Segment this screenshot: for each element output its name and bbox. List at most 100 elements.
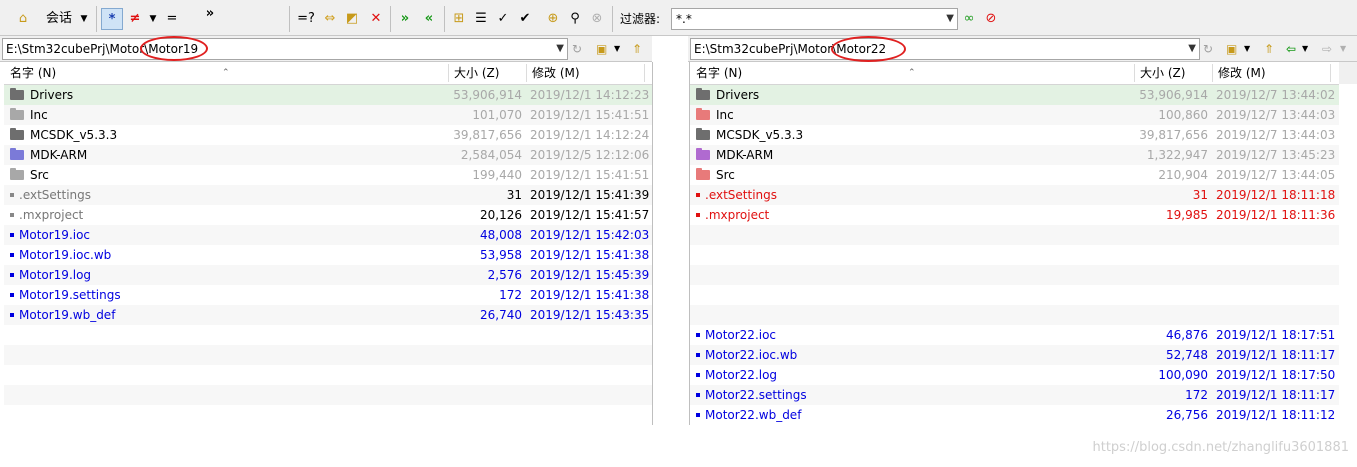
table-row[interactable]: Motor22.ioc.wb 52,748 2019/12/1 18:11:17 bbox=[690, 345, 1339, 365]
browse-folder-icon[interactable]: ▣ bbox=[1226, 40, 1242, 58]
go-icon[interactable]: ↻ bbox=[572, 40, 588, 58]
filter-input[interactable]: *.* ▼ bbox=[671, 8, 958, 30]
file-name: Motor19.ioc.wb bbox=[19, 248, 112, 262]
check-icon[interactable]: ✓ bbox=[494, 8, 512, 30]
column-divider[interactable] bbox=[1330, 64, 1331, 82]
file-modified-cell: 2019/12/1 15:43:35 bbox=[530, 308, 650, 322]
table-row[interactable]: .mxproject 19,985 2019/12/1 18:11:36 bbox=[690, 205, 1339, 225]
toolbar-overflow-button[interactable]: » bbox=[200, 3, 220, 25]
column-divider[interactable] bbox=[644, 64, 645, 82]
parent-folder-icon[interactable]: ⇑ bbox=[632, 40, 648, 58]
file-modified-cell: 2019/12/1 18:17:50 bbox=[1216, 368, 1336, 382]
back-arrow-icon[interactable]: ⇦ bbox=[1286, 40, 1302, 58]
table-row[interactable]: Motor19.ioc.wb 53,958 2019/12/1 15:41:38 bbox=[4, 245, 652, 265]
expand-icon[interactable]: ⊕ bbox=[544, 8, 562, 30]
chevron-down-icon[interactable]: ▼ bbox=[556, 39, 564, 59]
file-name: Motor22.settings bbox=[705, 388, 807, 402]
show-all-button[interactable]: * bbox=[101, 8, 123, 30]
copy-left-icon[interactable]: « bbox=[418, 8, 440, 30]
column-divider[interactable] bbox=[1134, 64, 1135, 82]
link-icon[interactable]: ⚲ bbox=[566, 8, 584, 30]
column-divider[interactable] bbox=[526, 64, 527, 82]
file-name: Drivers bbox=[716, 88, 760, 102]
highlight-circle bbox=[140, 36, 208, 61]
chevron-down-icon[interactable]: ▼ bbox=[946, 9, 954, 29]
list-view-icon[interactable]: ☰ bbox=[472, 8, 490, 30]
table-row[interactable]: Motor22.wb_def 26,756 2019/12/1 18:11:12 bbox=[690, 405, 1339, 425]
chevron-down-icon[interactable]: ▼ bbox=[614, 40, 624, 58]
table-row[interactable]: MCSDK_v5.3.3 39,817,656 2019/12/1 14:12:24 bbox=[4, 125, 652, 145]
chevron-down-icon[interactable]: ▼ bbox=[78, 8, 90, 30]
column-size-header[interactable]: 大小 (Z) bbox=[454, 62, 499, 84]
file-size-cell: 26,756 bbox=[1166, 408, 1208, 422]
file-name-cell: Src bbox=[10, 165, 49, 185]
show-same-button[interactable]: = bbox=[162, 8, 182, 30]
stop-icon[interactable]: ✕ bbox=[366, 8, 386, 30]
show-differences-button[interactable]: ≠ bbox=[125, 8, 145, 30]
file-size-cell: 53,958 bbox=[480, 248, 522, 262]
table-row[interactable]: MDK-ARM 2,584,054 2019/12/5 12:12:06 bbox=[4, 145, 652, 165]
parent-folder-icon[interactable]: ⇑ bbox=[1264, 40, 1280, 58]
browse-folder-icon[interactable]: ▣ bbox=[596, 40, 612, 58]
column-size-header[interactable]: 大小 (Z) bbox=[1140, 62, 1185, 84]
column-modified-header[interactable]: 修改 (M) bbox=[1218, 62, 1266, 84]
file-name-cell: Inc bbox=[10, 105, 48, 125]
table-row[interactable]: MCSDK_v5.3.3 39,817,656 2019/12/7 13:44:03 bbox=[690, 125, 1339, 145]
file-size-cell: 39,817,656 bbox=[453, 128, 522, 142]
table-row[interactable]: Motor19.settings 172 2019/12/1 15:41:38 bbox=[4, 285, 652, 305]
table-row[interactable]: .extSettings 31 2019/12/1 18:11:18 bbox=[690, 185, 1339, 205]
compare-button[interactable]: =? bbox=[294, 8, 318, 30]
check-all-icon[interactable]: ✔ bbox=[516, 8, 534, 30]
file-name: Motor22.ioc bbox=[705, 328, 777, 342]
clear-icon[interactable]: ⊗ bbox=[588, 8, 606, 30]
session-button[interactable]: 会话 bbox=[44, 8, 74, 30]
chevron-down-icon[interactable]: ▼ bbox=[1340, 40, 1350, 58]
table-row[interactable]: .mxproject 20,126 2019/12/1 15:41:57 bbox=[4, 205, 652, 225]
table-row[interactable]: Motor19.wb_def 26,740 2019/12/1 15:43:35 bbox=[4, 305, 652, 325]
table-row[interactable]: Src 210,904 2019/12/7 13:44:05 bbox=[690, 165, 1339, 185]
toolbar-separator bbox=[96, 6, 97, 32]
column-modified-header[interactable]: 修改 (M) bbox=[532, 62, 580, 84]
table-row[interactable]: Motor22.settings 172 2019/12/1 18:11:17 bbox=[690, 385, 1339, 405]
table-row[interactable]: Motor22.log 100,090 2019/12/1 18:17:50 bbox=[690, 365, 1339, 385]
column-name-header[interactable]: 名字 (N) bbox=[10, 62, 56, 84]
table-row[interactable]: Drivers 53,906,914 2019/12/1 14:12:23 bbox=[4, 85, 652, 105]
show-filter-icon[interactable]: ∞ bbox=[960, 8, 978, 30]
home-session-icon[interactable]: ⌂ bbox=[12, 8, 34, 30]
folder-icon bbox=[696, 108, 710, 120]
go-icon[interactable]: ↻ bbox=[1203, 40, 1219, 58]
table-row[interactable]: Src 199,440 2019/12/1 15:41:51 bbox=[4, 165, 652, 185]
hide-filter-icon[interactable]: ⊘ bbox=[982, 8, 1000, 30]
table-row[interactable]: Motor19.ioc 48,008 2019/12/1 15:42:03 bbox=[4, 225, 652, 245]
left-file-pane[interactable]: 名字 (N) ⌃ 大小 (Z) 修改 (M) Drivers 53,906,914… bbox=[4, 62, 652, 425]
empty-row bbox=[690, 245, 1339, 265]
file-name-cell: Motor22.ioc bbox=[696, 325, 776, 345]
table-row[interactable]: Drivers 53,906,914 2019/12/7 13:44:02 bbox=[690, 85, 1339, 105]
tree-view-icon[interactable]: ⊞ bbox=[450, 8, 468, 30]
file-size-cell: 19,985 bbox=[1166, 208, 1208, 222]
table-row[interactable]: Inc 101,070 2019/12/1 15:41:51 bbox=[4, 105, 652, 125]
scrollbar-corner[interactable] bbox=[1339, 62, 1357, 84]
right-path-input[interactable]: E:\Stm32cubePrj\Motor\Motor22 ▼ bbox=[690, 38, 1200, 60]
chevron-down-icon[interactable]: ▼ bbox=[1302, 40, 1312, 58]
table-row[interactable]: Motor19.log 2,576 2019/12/1 15:45:39 bbox=[4, 265, 652, 285]
chevron-down-icon[interactable]: ▼ bbox=[1188, 39, 1196, 59]
column-divider[interactable] bbox=[1212, 64, 1213, 82]
table-row[interactable]: MDK-ARM 1,322,947 2019/12/7 13:45:23 bbox=[690, 145, 1339, 165]
table-row[interactable]: .extSettings 31 2019/12/1 15:41:39 bbox=[4, 185, 652, 205]
file-modified-cell: 2019/12/7 13:44:03 bbox=[1216, 128, 1336, 142]
chevron-down-icon[interactable]: ▼ bbox=[1244, 40, 1254, 58]
forward-arrow-icon[interactable]: ⇨ bbox=[1322, 40, 1338, 58]
swap-sides-icon[interactable]: ⇔ bbox=[320, 8, 340, 30]
folder-up-icon[interactable]: ◩ bbox=[342, 8, 362, 30]
chevron-down-icon[interactable]: ▼ bbox=[148, 8, 158, 30]
pane-splitter[interactable] bbox=[652, 62, 690, 425]
column-name-header[interactable]: 名字 (N) bbox=[696, 62, 742, 84]
copy-right-icon[interactable]: » bbox=[394, 8, 416, 30]
file-size-cell: 100,090 bbox=[1158, 368, 1208, 382]
table-row[interactable]: Motor22.ioc 46,876 2019/12/1 18:17:51 bbox=[690, 325, 1339, 345]
left-path-input[interactable]: E:\Stm32cubePrj\Motor\Motor19 ▼ bbox=[2, 38, 568, 60]
right-file-pane[interactable]: 名字 (N) ⌃ 大小 (Z) 修改 (M) Drivers 53,906,914… bbox=[690, 62, 1339, 425]
column-divider[interactable] bbox=[448, 64, 449, 82]
table-row[interactable]: Inc 100,860 2019/12/7 13:44:03 bbox=[690, 105, 1339, 125]
